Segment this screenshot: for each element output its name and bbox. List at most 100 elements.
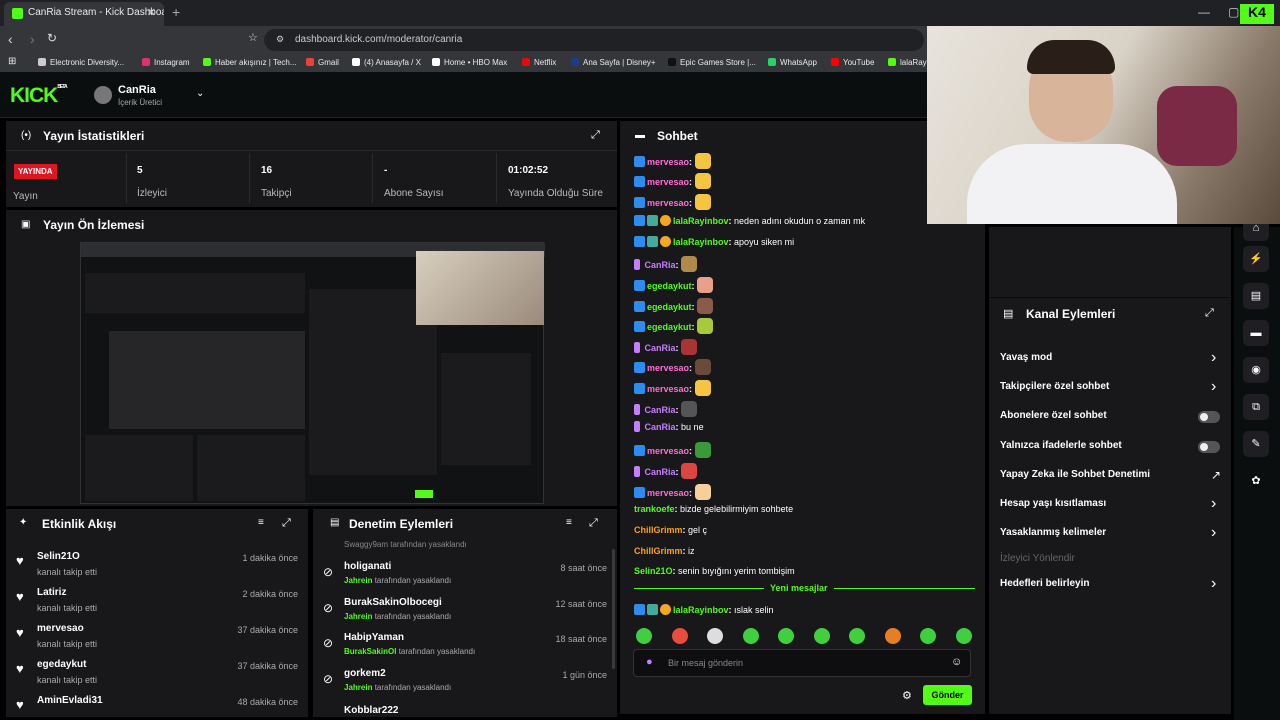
toggle-switch[interactable] — [1198, 441, 1220, 453]
address-bar[interactable]: ⚙ dashboard.kick.com/moderator/canria — [264, 29, 924, 51]
chat-input[interactable]: ● Bir mesaj gönderin ☺ — [633, 649, 971, 677]
channel-action-item[interactable]: Yavaş mod — [1000, 352, 1052, 363]
webcam-shirt — [967, 144, 1177, 224]
bookmark-item[interactable]: Netflix — [522, 58, 556, 67]
wrench-icon[interactable]: ✎ — [1243, 431, 1269, 457]
minimize-icon[interactable]: — — [1198, 5, 1210, 19]
emote-icon — [694, 194, 711, 210]
popout-icon[interactable]: ⤢ — [282, 517, 291, 530]
quick-emote-icon[interactable] — [849, 628, 865, 644]
chat-message: mervesao: — [634, 153, 711, 169]
bookmark-item[interactable]: lalaRayi — [888, 58, 928, 67]
quick-emote-icon[interactable] — [636, 628, 652, 644]
bookmark-item[interactable]: Gmail — [306, 58, 339, 67]
quick-emote-icon[interactable] — [707, 628, 723, 644]
channel-actions-icon: ▤ — [1003, 308, 1014, 320]
settings-gear-icon[interactable]: ⚙ — [902, 689, 912, 702]
divider — [249, 153, 250, 203]
bookmark-item[interactable]: Ana Sayfa | Disney+ — [571, 58, 656, 67]
emote-icon — [694, 359, 711, 375]
divider — [989, 297, 1231, 298]
quick-emote-icon[interactable] — [920, 628, 936, 644]
bookmark-item[interactable]: WhatsApp — [768, 58, 817, 67]
chat-message: egedaykut: — [634, 298, 714, 314]
webcam-overlay: K4 — [927, 4, 1280, 224]
chat-message: mervesao: — [634, 442, 711, 458]
broadcast-icon[interactable]: ◉ — [1243, 357, 1269, 383]
quick-emote-icon[interactable] — [671, 628, 688, 644]
popout-icon[interactable]: ⤢ — [589, 517, 598, 530]
filter-icon[interactable]: ≡ — [258, 517, 264, 528]
emoji-picker-icon[interactable]: ☺ — [951, 656, 962, 668]
channel-role: İçerik Üretici — [118, 98, 163, 107]
chat-message: egedaykut: — [634, 318, 714, 334]
channel-action-item[interactable]: Yalnızca ifadelerle sohbet — [1000, 440, 1122, 451]
verified-badge-icon — [634, 445, 645, 456]
kick-logo[interactable]: KICKBETA — [10, 84, 68, 108]
modlog-partial-row: Swaggy9am tarafından yasaklandı — [344, 540, 467, 549]
viewer-stat: 5 İzleyici — [137, 165, 168, 199]
emote-icon — [681, 401, 698, 417]
verified-badge-icon — [634, 604, 645, 615]
stream-preview-video[interactable] — [80, 242, 545, 504]
subscriber-stat: - Abone Sayısı — [384, 165, 444, 199]
scrollbar[interactable] — [612, 549, 615, 669]
sub-badge-icon — [647, 215, 658, 226]
bookmark-item[interactable]: YouTube — [831, 58, 874, 67]
send-button[interactable]: Gönder — [923, 685, 972, 705]
bookmark-page-icon[interactable]: ☆ — [248, 31, 258, 44]
filter-icon[interactable]: ≡ — [566, 517, 572, 528]
chevron-right-icon[interactable]: › — [1211, 349, 1216, 367]
popout-icon[interactable]: ⤢ — [1205, 307, 1214, 320]
chat-message: CanRia: — [634, 463, 698, 479]
quick-emote-icon[interactable] — [778, 628, 794, 644]
maximize-icon[interactable]: ▢ — [1228, 5, 1239, 19]
close-tab-icon[interactable]: ✕ — [147, 6, 156, 19]
new-tab-icon[interactable]: + — [172, 4, 180, 20]
quick-emote-icon[interactable] — [955, 628, 972, 644]
palette-icon[interactable]: ✿ — [1243, 468, 1269, 494]
channel-name: CanRia — [118, 84, 156, 96]
apps-icon[interactable]: ⊞ — [8, 56, 16, 67]
chevron-down-icon[interactable]: ⌄ — [196, 88, 204, 99]
channel-action-item[interactable]: Abonelere özel sohbet — [1000, 410, 1107, 421]
chevron-right-icon[interactable]: › — [1211, 378, 1216, 396]
video-icon: ▣ — [21, 219, 31, 230]
back-icon[interactable]: ‹ — [8, 31, 13, 47]
quick-emote-icon[interactable] — [742, 628, 759, 644]
browser-tab[interactable]: CanRia Stream - Kick Dashboard ✕ — [4, 2, 164, 26]
emote-icon — [694, 153, 711, 169]
quick-emote-icon[interactable] — [813, 628, 830, 644]
forward-icon[interactable]: › — [30, 31, 35, 47]
chevron-right-icon[interactable]: › — [1211, 575, 1216, 593]
bookmark-item[interactable]: (4) Anasayfa / X — [352, 58, 421, 67]
channel-action-item[interactable]: Yapay Zeka ile Sohbet Denetimi — [1000, 469, 1150, 480]
chat-message: lalaRayinbov: ıslak selin — [634, 604, 774, 615]
document-icon[interactable]: ▤ — [1243, 283, 1269, 309]
bookmark-item[interactable]: Electronic Diversity... — [38, 58, 124, 67]
layers-icon[interactable]: ⧉ — [1243, 394, 1269, 420]
quick-emote-icon[interactable] — [884, 628, 901, 644]
verified-badge-icon — [634, 156, 645, 167]
chat-icon[interactable]: ▬ — [1243, 320, 1269, 346]
site-info-icon[interactable]: ⚙ — [276, 34, 284, 45]
chevron-right-icon[interactable]: › — [1211, 524, 1216, 542]
emote-icon — [694, 380, 711, 396]
channel-action-item[interactable]: Hedefleri belirleyin — [1000, 578, 1089, 589]
bookmark-item[interactable]: Home • HBO Max — [432, 58, 507, 67]
bookmark-item[interactable]: Instagram — [142, 58, 190, 67]
ban-icon: ⊘ — [323, 672, 334, 686]
bookmark-item[interactable]: Haber akışınız | Tech... — [203, 58, 297, 67]
channel-action-item[interactable]: Hesap yaşı kısıtlaması — [1000, 498, 1106, 509]
external-link-icon[interactable]: ↗ — [1211, 468, 1221, 482]
stats-panel: (•) Yayın İstatistikleri ⤢ YAYINDA Yayın… — [6, 121, 617, 207]
lightning-icon[interactable]: ⚡ — [1243, 246, 1269, 272]
channel-action-item[interactable]: Yasaklanmış kelimeler — [1000, 527, 1106, 538]
channel-action-item[interactable]: Takipçilere özel sohbet — [1000, 381, 1109, 392]
bookmark-item[interactable]: Epic Games Store |... — [668, 58, 756, 67]
toggle-switch[interactable] — [1198, 411, 1220, 423]
mic-badge-icon — [634, 342, 640, 353]
chevron-right-icon[interactable]: › — [1211, 495, 1216, 513]
reload-icon[interactable]: ↻ — [47, 31, 57, 45]
popout-icon[interactable]: ⤢ — [591, 129, 600, 142]
